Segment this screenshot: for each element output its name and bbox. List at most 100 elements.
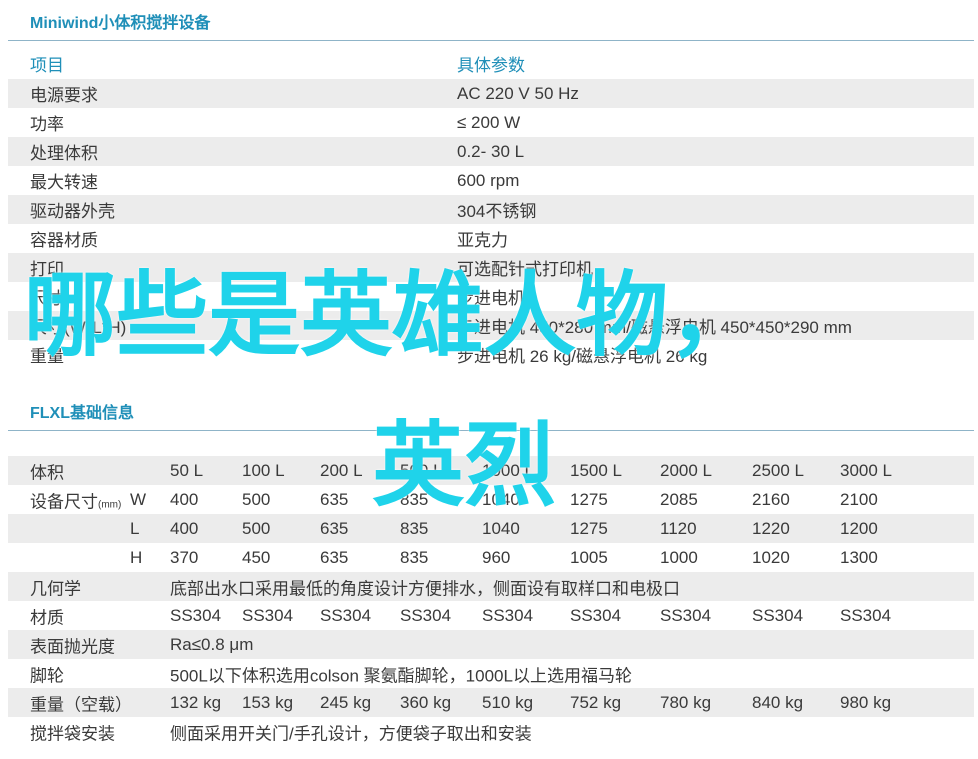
cell-value: 2500 L — [752, 460, 804, 480]
cell-value: 50 L — [170, 460, 204, 480]
spec-label: 电源要求 — [30, 86, 98, 105]
cell-value: 835 — [400, 518, 429, 538]
row-label: 几何学 — [30, 579, 81, 598]
section-divider — [8, 40, 974, 41]
cell-value: 153 kg — [242, 692, 294, 712]
spec-row: 功率 ≤ 200 W — [8, 108, 974, 137]
cell-value: 780 kg — [660, 692, 712, 712]
dims-axis: H — [130, 547, 143, 567]
casters-row: 脚轮 500L以下体积选用colson 聚氨酯脚轮，1000L以上选用福马轮 — [8, 659, 974, 688]
dims-row-h: H 370 450 635 835 960 1005 1000 1020 1300 — [8, 543, 974, 572]
cell-value: SS304 — [320, 605, 372, 625]
cell-value: 500 — [242, 489, 271, 509]
cell-value: 1000 — [660, 547, 698, 567]
cell-value: 635 — [320, 518, 349, 538]
dims-label: 设备尺寸 — [30, 492, 98, 511]
row-label: 材质 — [30, 608, 64, 627]
spec-value: 304不锈钢 — [457, 202, 537, 221]
spec-row: 电源要求 AC 220 V 50 Hz — [8, 79, 974, 108]
dims-axis: W — [130, 489, 147, 509]
cell-value: 840 kg — [752, 692, 804, 712]
polish-row: 表面抛光度 Ra≤0.8 μm — [8, 630, 974, 659]
overlay-title-line1: 哪些是英雄人物， — [24, 262, 761, 369]
overlay-title-line2: 英烈 — [372, 412, 557, 519]
geometry-row: 几何学 底部出水口采用最低的角度设计方便排水，侧面设有取样口和电极口 — [8, 572, 974, 601]
spec-label: 容器材质 — [30, 231, 98, 250]
cell-value: 1200 — [840, 518, 878, 538]
cell-value: 980 kg — [840, 692, 892, 712]
header-param: 具体参数 — [457, 56, 525, 75]
cell-value: 635 — [320, 547, 349, 567]
cell-value: 360 kg — [400, 692, 452, 712]
spec-value: ≤ 200 W — [457, 112, 521, 132]
cell-value: SS304 — [752, 605, 804, 625]
cell-value: 500 — [242, 518, 271, 538]
spec-row: 最大转速 600 rpm — [8, 166, 974, 195]
cell-value: 245 kg — [320, 692, 372, 712]
cell-value: 2000 L — [660, 460, 712, 480]
cell-value: 1220 — [752, 518, 790, 538]
cell-value: 1005 — [570, 547, 608, 567]
row-value: 底部出水口采用最低的角度设计方便排水，侧面设有取样口和电极口 — [170, 579, 680, 598]
section-title-flxl: FLXL基础信息 — [30, 405, 134, 422]
row-label: 设备尺寸(mm) — [30, 487, 121, 512]
cell-value: 635 — [320, 489, 349, 509]
cell-value: 1275 — [570, 518, 608, 538]
spec-label: 功率 — [30, 115, 64, 134]
cell-value: 2100 — [840, 489, 878, 509]
cell-value: 400 — [170, 518, 199, 538]
cell-value: 752 kg — [570, 692, 622, 712]
cell-value: 1040 — [482, 518, 520, 538]
row-value: 侧面采用开关门/手孔设计，方便袋子取出和安装 — [170, 724, 532, 743]
cell-value: 960 — [482, 547, 511, 567]
cell-value: 1300 — [840, 547, 878, 567]
header-item: 项目 — [30, 56, 64, 75]
cell-value: 3000 L — [840, 460, 892, 480]
spec-row: 驱动器外壳 304不锈钢 — [8, 195, 974, 224]
row-value: Ra≤0.8 μm — [170, 634, 254, 654]
cell-value: 370 — [170, 547, 199, 567]
spec-value: AC 220 V 50 Hz — [457, 83, 579, 103]
spec-value: 亚克力 — [457, 231, 508, 250]
cell-value: 510 kg — [482, 692, 534, 712]
row-label: 表面抛光度 — [30, 637, 115, 656]
cell-value: 132 kg — [170, 692, 222, 712]
weight-row: 重量（空载） 132 kg 153 kg 245 kg 360 kg 510 kg 752… — [8, 688, 974, 717]
cell-value: 1275 — [570, 489, 608, 509]
cell-value: 2085 — [660, 489, 698, 509]
dims-axis: L — [130, 518, 140, 538]
row-label: 搅拌袋安装 — [30, 724, 115, 743]
row-value: 500L以下体积选用colson 聚氨酯脚轮，1000L以上选用福马轮 — [170, 666, 632, 685]
cell-value: 2160 — [752, 489, 790, 509]
bag-row: 搅拌袋安装 侧面采用开关门/手孔设计，方便袋子取出和安装 — [8, 717, 974, 746]
cell-value: 1020 — [752, 547, 790, 567]
cell-value: SS304 — [170, 605, 222, 625]
cell-value: SS304 — [400, 605, 452, 625]
cell-value: 400 — [170, 489, 199, 509]
row-label: 重量（空载） — [30, 695, 132, 714]
cell-value: 100 L — [242, 460, 285, 480]
cell-value: SS304 — [660, 605, 712, 625]
spec-value: 600 rpm — [457, 170, 520, 190]
material-row: 材质 SS304 SS304 SS304 SS304 SS304 SS304 SS304 SS… — [8, 601, 974, 630]
cell-value: SS304 — [242, 605, 294, 625]
cell-value: 450 — [242, 547, 271, 567]
cell-value: 1500 L — [570, 460, 622, 480]
section-title-miniwind: Miniwind小体积搅拌设备 — [30, 15, 211, 32]
spec-value: 0.2- 30 L — [457, 141, 525, 161]
spec-row: 容器材质 亚克力 — [8, 224, 974, 253]
cell-value: 1120 — [660, 518, 697, 538]
cell-value: 200 L — [320, 460, 363, 480]
spec-table-header: 项目 具体参数 — [8, 49, 974, 78]
row-label: 脚轮 — [30, 666, 64, 685]
spec-label: 处理体积 — [30, 144, 98, 163]
spec-label: 最大转速 — [30, 173, 98, 192]
spec-row: 处理体积 0.2- 30 L — [8, 137, 974, 166]
cell-value: 835 — [400, 547, 429, 567]
cell-value: SS304 — [840, 605, 892, 625]
row-label: 体积 — [30, 463, 64, 482]
spec-label: 驱动器外壳 — [30, 202, 115, 221]
cell-value: SS304 — [482, 605, 534, 625]
cell-value: SS304 — [570, 605, 622, 625]
dims-unit: (mm) — [98, 499, 122, 510]
